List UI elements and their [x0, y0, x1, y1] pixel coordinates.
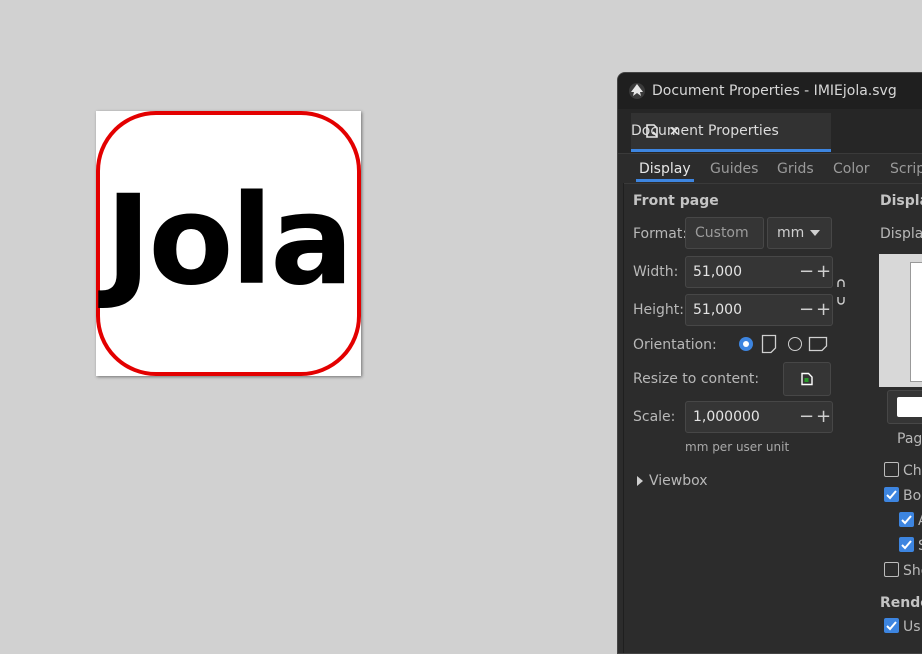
border-label: Bo: [903, 488, 922, 504]
resize-page-icon: [801, 372, 813, 386]
show-checkbox[interactable]: [884, 562, 899, 577]
tab-color[interactable]: Color: [833, 161, 870, 177]
shadow-checkbox[interactable]: [899, 537, 914, 552]
height-spinbox[interactable]: 51,000 − +: [685, 294, 833, 326]
page-preview: [910, 262, 922, 382]
scale-value: 1,000000: [693, 409, 760, 425]
format-dropdown[interactable]: Custom: [685, 217, 764, 249]
document-properties-dialog: Document Properties - IMIEjola.svg Docum…: [617, 72, 922, 654]
landscape-page-icon: [808, 336, 828, 352]
tab-display[interactable]: Display: [636, 161, 694, 182]
scale-label: Scale:: [633, 409, 676, 425]
panel-edge: [623, 183, 624, 653]
width-spinbox[interactable]: 51,000 − +: [685, 256, 833, 288]
display-heading: Displa: [880, 193, 922, 209]
subtab-bar: Display Guides Grids Color Scrip: [624, 157, 922, 184]
tab-grids[interactable]: Grids: [777, 161, 814, 177]
portrait-page-icon: [761, 334, 777, 354]
scale-spinbox[interactable]: 1,000000 − +: [685, 401, 833, 433]
tab-scripting[interactable]: Scrip: [890, 161, 922, 177]
width-label: Width:: [633, 264, 679, 280]
show-label: Sho: [903, 563, 922, 579]
link-dimensions-icon[interactable]: [836, 278, 846, 306]
use-antialiasing-checkbox[interactable]: [884, 618, 899, 633]
front-page-heading: Front page: [633, 193, 719, 209]
tab-guides[interactable]: Guides: [710, 161, 758, 177]
tab-label: Document Properties: [631, 123, 779, 139]
border-always-checkbox[interactable]: [899, 512, 914, 527]
use-antialiasing-label: Us: [903, 619, 921, 635]
viewbox-label: Viewbox: [649, 473, 708, 489]
width-decrement-button[interactable]: −: [798, 257, 815, 287]
width-value: 51,000: [693, 264, 742, 280]
height-decrement-button[interactable]: −: [798, 295, 815, 325]
display-subtitle: Displa: [880, 226, 922, 242]
landscape-radio[interactable]: [788, 337, 802, 351]
dock-tab-bar: Document Properties ×: [618, 109, 922, 154]
page-artwork: Jola: [96, 111, 361, 376]
tab-document-properties[interactable]: Document Properties ×: [631, 113, 831, 152]
border-always-label: A: [918, 513, 922, 529]
resize-to-content-button[interactable]: [783, 362, 831, 396]
page-color-swatch: [897, 397, 922, 417]
scale-unit-caption: mm per user unit: [685, 440, 790, 454]
page-color-label: Pag: [897, 431, 922, 447]
border-checkbox[interactable]: [884, 487, 899, 502]
width-increment-button[interactable]: +: [815, 257, 832, 287]
inkscape-app-icon: [629, 83, 645, 99]
height-label: Height:: [633, 302, 684, 318]
format-value: Custom: [695, 225, 749, 241]
portrait-radio[interactable]: [739, 337, 753, 351]
format-label: Format:: [633, 226, 688, 242]
title-bar[interactable]: Document Properties - IMIEjola.svg: [618, 73, 922, 109]
shadow-label: S: [918, 538, 922, 554]
expander-arrow-icon: [637, 476, 643, 486]
page-color-button[interactable]: [887, 390, 922, 424]
orientation-label: Orientation:: [633, 337, 717, 353]
checkerboard-label: Che: [903, 463, 922, 479]
checkerboard-checkbox[interactable]: [884, 462, 899, 477]
scale-decrement-button[interactable]: −: [798, 402, 815, 432]
window-title: Document Properties - IMIEjola.svg: [652, 83, 897, 99]
scale-increment-button[interactable]: +: [815, 402, 832, 432]
height-value: 51,000: [693, 302, 742, 318]
chevron-down-icon: [810, 230, 821, 236]
unit-value: mm: [777, 225, 805, 241]
document-page: Jola: [96, 111, 361, 376]
unit-dropdown[interactable]: mm: [767, 217, 832, 249]
viewbox-expander[interactable]: Viewbox: [637, 473, 708, 489]
height-increment-button[interactable]: +: [815, 295, 832, 325]
rendering-heading: Rende: [880, 595, 922, 611]
jola-logo-text: Jola: [98, 169, 351, 313]
resize-to-content-label: Resize to content:: [633, 371, 760, 387]
